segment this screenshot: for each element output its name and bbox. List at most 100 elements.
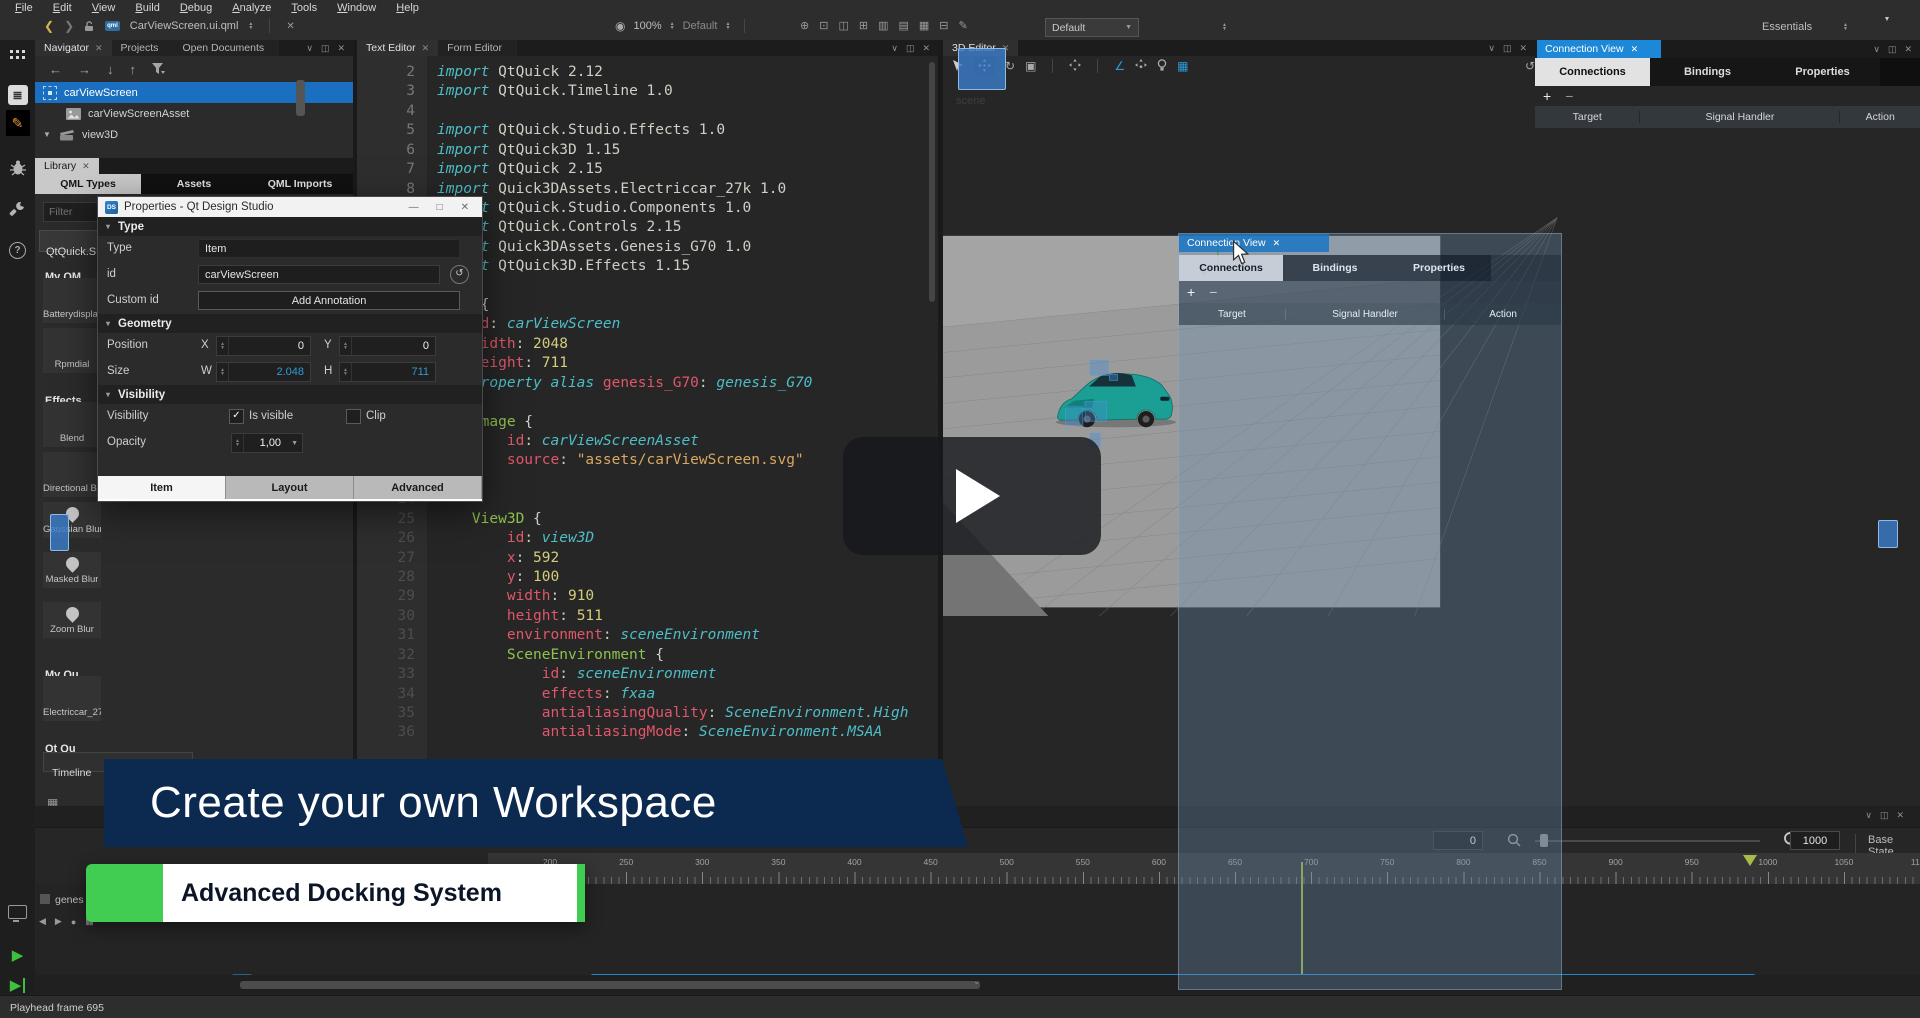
editor-tab[interactable]: Form Editor	[438, 40, 517, 56]
state-selector[interactable]: Default▼	[1045, 18, 1139, 37]
menu-item[interactable]: Tools	[282, 2, 326, 14]
pane-float-icon[interactable]: ◫	[1880, 810, 1889, 821]
toggle-grid-icon[interactable]: ▦	[1177, 60, 1188, 72]
run-button[interactable]: ▶	[4, 943, 31, 967]
library-category-tab[interactable]: QML Types	[35, 174, 141, 194]
tree-item-view3D[interactable]: ▼ view3D	[35, 124, 353, 145]
toolbar-icon[interactable]: ▦	[914, 19, 934, 32]
pane-close-icon[interactable]: ✕	[922, 43, 930, 54]
id-field[interactable]: carViewScreen	[198, 265, 440, 284]
pane-float-icon[interactable]: ◫	[906, 43, 915, 54]
pane-float-icon[interactable]: ◫	[1503, 43, 1512, 54]
menu-item[interactable]: Window	[328, 2, 385, 14]
reset-view-icon[interactable]: ↺	[1525, 60, 1535, 72]
toolbar-icon[interactable]: ▥	[873, 19, 893, 32]
device-select-icon[interactable]	[4, 900, 31, 924]
lock-icon[interactable]	[84, 20, 95, 32]
menu-item[interactable]: Analyze	[223, 2, 280, 14]
editor-scrollbar[interactable]	[929, 62, 935, 302]
pane-float-icon[interactable]: ◫	[1888, 44, 1897, 55]
pane-close-icon[interactable]: ✕	[1904, 44, 1912, 55]
size-h-field[interactable]: ▲▼711	[339, 362, 436, 382]
position-x-field[interactable]: ▲▼0	[216, 336, 311, 356]
reset-id-icon[interactable]: ↺	[450, 265, 469, 284]
opacity-field[interactable]: ▲▼1,00▼	[231, 433, 303, 453]
dragged-panel-tab-item[interactable]: Connections	[1179, 255, 1283, 281]
geometry-section-header[interactable]: Geometry	[98, 314, 482, 333]
move-left-icon[interactable]: ←	[49, 62, 62, 77]
menu-item[interactable]: Debug	[171, 2, 221, 14]
record-keyframe-icon[interactable]: ●	[71, 917, 76, 927]
pane-menu-icon[interactable]: ∨	[1488, 43, 1495, 54]
navigator-tab[interactable]: Open Documents	[173, 40, 279, 56]
pane-menu-icon[interactable]: ∨	[1873, 44, 1880, 55]
library-block[interactable]: My Qu	[39, 652, 353, 676]
pane-menu-icon[interactable]: ∨	[1865, 810, 1872, 821]
help-icon[interactable]: ?	[4, 238, 31, 262]
zoom-level[interactable]: 100%	[633, 20, 661, 32]
type-section-header[interactable]: Type	[98, 217, 482, 236]
global-orientation-icon[interactable]	[1135, 59, 1147, 73]
toolbar-icon[interactable]: ⊕	[795, 19, 814, 32]
preview-play-icon[interactable]: ◉	[615, 19, 625, 33]
scale-tool-icon[interactable]: ▣	[1025, 60, 1036, 72]
style-selector[interactable]: Default	[683, 20, 718, 32]
pane-menu-icon[interactable]: ∨	[891, 43, 898, 54]
navigator-tab[interactable]: Navigator✕	[35, 40, 112, 56]
open-file-name[interactable]: CarViewScreen.ui.qml	[130, 20, 239, 32]
dialog-titlebar[interactable]: DS Properties - Qt Design Studio — □ ✕	[98, 197, 482, 217]
menu-item[interactable]: Help	[387, 2, 428, 14]
size-w-field[interactable]: ▲▼2.048	[216, 362, 311, 382]
style-stepper[interactable]: ▲▼	[725, 22, 730, 30]
menu-item[interactable]: Build	[126, 2, 168, 14]
edit-mode-icon[interactable]: ≣	[4, 83, 31, 107]
end-frame-input[interactable]: 1000	[1790, 831, 1840, 850]
pane-close-icon[interactable]: ✕	[1896, 810, 1904, 821]
forward-icon[interactable]: ❯	[64, 19, 74, 33]
rotate-tool-icon[interactable]: ↻	[1005, 60, 1015, 72]
prev-keyframe-icon[interactable]: ◀	[39, 916, 46, 927]
library-category-tab[interactable]: Assets	[141, 174, 247, 194]
pane-float-icon[interactable]: ◫	[321, 43, 330, 54]
navigator-tab[interactable]: Projects	[112, 40, 174, 56]
design-mode-icon[interactable]: ✎	[4, 111, 31, 135]
playhead-marker[interactable]	[1743, 855, 1757, 873]
dragged-panel-tab-item[interactable]: Bindings	[1283, 255, 1387, 281]
fit-selected-icon[interactable]	[1069, 59, 1081, 73]
move-down-icon[interactable]: ↓	[107, 62, 114, 77]
collapse-icon[interactable]: ⌄	[973, 976, 981, 987]
perspective-camera-icon[interactable]: ∠	[1114, 60, 1125, 72]
dragged-panel-tab[interactable]: Connection View✕	[1179, 234, 1329, 252]
menu-item[interactable]: Edit	[44, 2, 81, 14]
type-field[interactable]: Item	[198, 239, 460, 258]
properties-tab[interactable]: Item	[98, 476, 226, 499]
back-icon[interactable]: ❮	[44, 19, 54, 33]
tree-item-carViewScreenAsset[interactable]: carViewScreenAsset	[35, 103, 353, 124]
toolbar-icon[interactable]: ✎	[954, 19, 973, 32]
remove-connection-icon[interactable]: −	[1209, 284, 1217, 300]
library-block[interactable]: Gaussian Blur	[39, 502, 353, 552]
perspective-selector[interactable]: Essentials	[1762, 21, 1812, 33]
welcome-mode-icon[interactable]	[4, 42, 31, 66]
video-play-button[interactable]	[843, 437, 1101, 555]
file-switch-stepper[interactable]: ▲▼	[248, 22, 253, 30]
visibility-section-header[interactable]: Visibility	[98, 385, 482, 404]
menu-item[interactable]: View	[83, 2, 125, 14]
move-right-icon[interactable]: →	[78, 62, 91, 77]
zoom-stepper[interactable]: ▲▼	[670, 22, 675, 30]
filter-icon[interactable]	[152, 63, 165, 75]
toolbar-icon[interactable]: ⊟	[934, 19, 953, 32]
debug-mode-icon[interactable]	[4, 156, 31, 180]
library-block[interactable]: Electriccar_27k	[39, 676, 353, 726]
pane-menu-icon[interactable]: ∨	[306, 43, 313, 54]
library-block[interactable]: Masked Blur	[39, 552, 353, 602]
dragged-panel-tab-item[interactable]: Properties	[1387, 255, 1491, 281]
editor-tab[interactable]: Text Editor✕	[357, 40, 438, 56]
position-y-field[interactable]: ▲▼0	[339, 336, 436, 356]
run-debug-button[interactable]: ▶	[4, 973, 31, 997]
close-icon[interactable]: ✕	[455, 202, 475, 213]
add-connection-icon[interactable]: +	[1187, 284, 1195, 300]
perspective-stepper[interactable]: ▲▼	[1843, 23, 1848, 31]
timeline-scroll-thumb[interactable]	[240, 981, 980, 989]
library-category-tab[interactable]: QML Imports	[247, 174, 353, 194]
